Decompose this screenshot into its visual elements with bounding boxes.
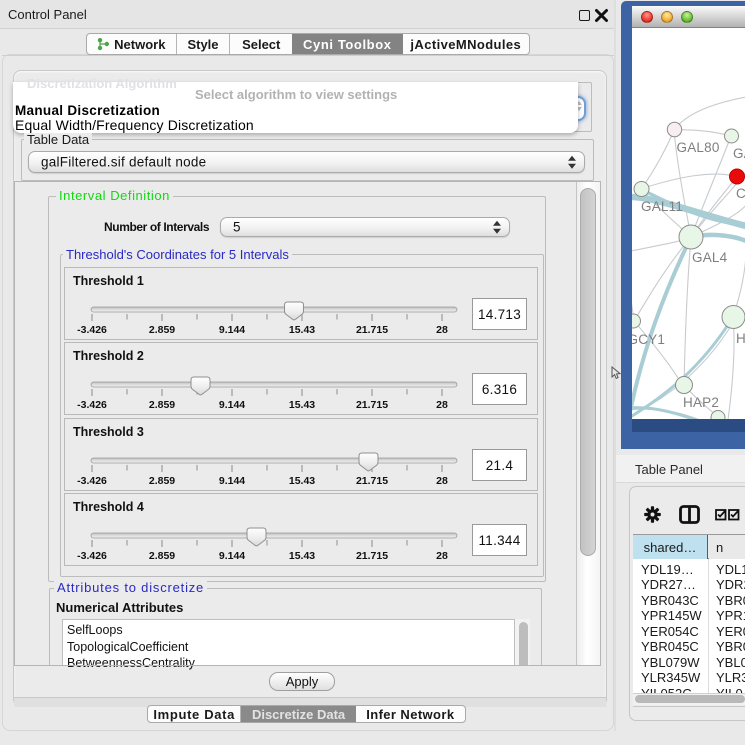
svg-text:28: 28 xyxy=(436,324,448,336)
svg-text:-3.426: -3.426 xyxy=(77,324,107,336)
svg-text:9.144: 9.144 xyxy=(219,550,245,562)
svg-text:28: 28 xyxy=(436,550,448,562)
svg-text:GA: GA xyxy=(733,146,745,161)
svg-text:9.144: 9.144 xyxy=(219,475,245,487)
svg-text:9.144: 9.144 xyxy=(219,399,245,411)
svg-text:GAL4: GAL4 xyxy=(692,250,728,265)
svg-text:-3.426: -3.426 xyxy=(77,550,107,562)
svg-text:21.715: 21.715 xyxy=(356,324,388,336)
svg-text:21.715: 21.715 xyxy=(356,550,388,562)
svg-text:GCY1: GCY1 xyxy=(632,332,665,347)
svg-text:9.144: 9.144 xyxy=(219,324,245,336)
svg-text:28: 28 xyxy=(436,475,448,487)
svg-text:15.43: 15.43 xyxy=(289,475,315,487)
svg-text:15.43: 15.43 xyxy=(289,399,315,411)
svg-text:GAL80: GAL80 xyxy=(677,140,720,155)
svg-text:-3.426: -3.426 xyxy=(77,399,107,411)
svg-text:GAL11: GAL11 xyxy=(641,199,683,214)
svg-text:15.43: 15.43 xyxy=(289,324,315,336)
svg-text:HAP2: HAP2 xyxy=(683,395,719,410)
svg-text:2.859: 2.859 xyxy=(149,399,175,411)
svg-text:2.859: 2.859 xyxy=(149,324,175,336)
svg-text:15.43: 15.43 xyxy=(289,550,315,562)
svg-text:C: C xyxy=(736,186,745,201)
svg-text:21.715: 21.715 xyxy=(356,475,388,487)
svg-text:-3.426: -3.426 xyxy=(77,475,107,487)
svg-text:28: 28 xyxy=(436,399,448,411)
svg-text:HA: HA xyxy=(736,331,745,346)
svg-text:2.859: 2.859 xyxy=(149,475,175,487)
svg-text:21.715: 21.715 xyxy=(356,399,388,411)
svg-text:2.859: 2.859 xyxy=(149,550,175,562)
